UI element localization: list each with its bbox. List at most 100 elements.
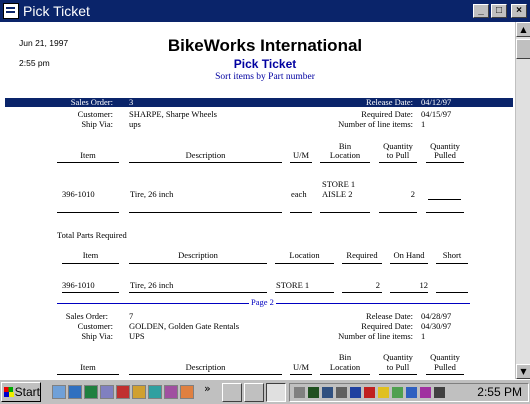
scroll-thumb[interactable] [516,39,530,59]
row-underline [57,212,119,213]
ship-via-label-2: Ship Via: [81,331,113,341]
col-bin-2: Bin [338,352,352,362]
taskbar-button-word[interactable] [222,383,242,402]
release-date-value-2: 04/28/97 [421,311,452,321]
quicklaunch-app-icon[interactable] [164,385,178,399]
customer-label: Customer: [77,109,113,119]
tray-icon[interactable] [322,387,333,398]
customer-value: SHARPE, Sharpe Wheels [129,109,217,119]
total-parts-heading: Total Parts Required [57,230,127,240]
quicklaunch-app-icon[interactable] [132,385,146,399]
tcol-on-hand: On Hand [393,250,425,260]
customer-value-2: GOLDEN, Golden Gate Rentals [129,321,240,331]
customer-label-2: Customer: [77,321,113,331]
tcol-description: Description [178,250,218,260]
sales-order-label-2: Sales Order: [65,311,108,321]
scroll-up-icon[interactable]: ▲ [516,22,530,37]
start-button[interactable]: Start [1,382,41,402]
line-items-label-2: Number of line items: [338,331,413,341]
tray-icon[interactable] [392,387,403,398]
line-items-label: Number of line items: [338,119,413,129]
tray-icon[interactable] [434,387,445,398]
trow-underline [129,292,267,293]
line-item-bin: STORE 1 [322,179,356,189]
maximize-button[interactable]: □ [491,4,507,18]
col-underline [426,374,464,375]
trow-underline [62,292,119,293]
minimize-button[interactable]: _ [473,4,489,18]
row-underline [129,212,282,213]
quicklaunch-app-icon[interactable] [116,385,130,399]
col-description-2: Description [185,362,226,372]
release-date-label: Release Date: [366,97,413,107]
quicklaunch-browser-icon[interactable] [68,385,82,399]
scroll-down-icon[interactable]: ▼ [516,364,530,379]
sales-order-value: 3 [129,97,134,107]
tcol-underline [62,263,119,264]
col-underline [290,374,312,375]
col-underline [320,162,370,163]
trow-underline [390,292,428,293]
pulled-blank[interactable] [428,199,461,200]
tray-icon[interactable] [308,387,319,398]
tcol-underline [275,263,334,264]
taskbar-button-pick-ticket[interactable] [266,383,286,402]
window-titlebar[interactable]: Pick Ticket _ □ × [0,0,530,22]
col-underline [57,374,119,375]
vertical-scrollbar[interactable]: ▲ ▼ [515,22,530,379]
release-date-value: 04/12/97 [421,97,452,107]
tray-icon[interactable] [336,387,347,398]
ship-via-value: ups [129,119,141,129]
quicklaunch-desktop-icon[interactable] [52,385,66,399]
tray-icon[interactable] [420,387,431,398]
required-date-label: Required Date: [361,109,413,119]
col-um: U/M [292,150,310,160]
taskbar-button-app[interactable] [244,383,264,402]
line-item-number: 396-1010 [62,189,95,199]
release-date-label-2: Release Date: [366,311,413,321]
windows-logo-icon [4,387,14,397]
row-underline [426,212,464,213]
total-item-on-hand: 12 [419,280,429,290]
col-to-pull-2: to Pull [386,362,410,372]
col-quantity-4: Quantity [430,352,460,362]
page-break-label: Page 2 [249,297,276,307]
tray-icon[interactable] [378,387,389,398]
tray-icon[interactable] [406,387,417,398]
col-pulled: Pulled [434,150,456,160]
selected-order-row[interactable]: Sales Order: 3 Release Date: 04/12/97 [5,97,513,107]
col-location: Location [329,150,361,160]
trow-underline [342,292,382,293]
total-item-description: Tire, 26 inch [130,280,174,290]
col-description: Description [185,150,226,160]
required-date-label-2: Required Date: [361,321,413,331]
total-item-number: 396-1010 [62,280,95,290]
line-items-value-2: 1 [421,331,426,341]
window-title: Pick Ticket [23,3,90,19]
line-item-to-pull: 2 [410,189,415,199]
tcol-underline [342,263,382,264]
app-icon[interactable] [3,3,19,19]
quicklaunch-app-icon[interactable] [148,385,162,399]
tray-icon[interactable] [364,387,375,398]
tray-icon[interactable] [350,387,361,398]
taskbar-clock[interactable]: 2:55 PM [477,385,522,399]
col-underline [129,162,282,163]
tray-icon[interactable] [294,387,305,398]
report-preview: Jun 21, 1997 2:55 pm BikeWorks Internati… [0,22,515,379]
close-button[interactable]: × [511,4,527,18]
start-label: Start [14,385,40,399]
ship-via-label: Ship Via: [81,119,113,129]
col-underline [379,162,417,163]
quicklaunch-outlook-icon[interactable] [84,385,98,399]
line-item-description: Tire, 26 inch [130,189,174,199]
col-underline [426,162,464,163]
quicklaunch-app-icon[interactable] [100,385,114,399]
quicklaunch-app-icon[interactable] [180,385,194,399]
quicklaunch-more-icon[interactable]: » [204,382,211,395]
row-underline [320,212,370,213]
col-location-2: Location [329,362,361,372]
col-item: Item [80,150,96,160]
trow-underline [436,292,468,293]
sales-order-label: Sales Order: [70,97,113,107]
